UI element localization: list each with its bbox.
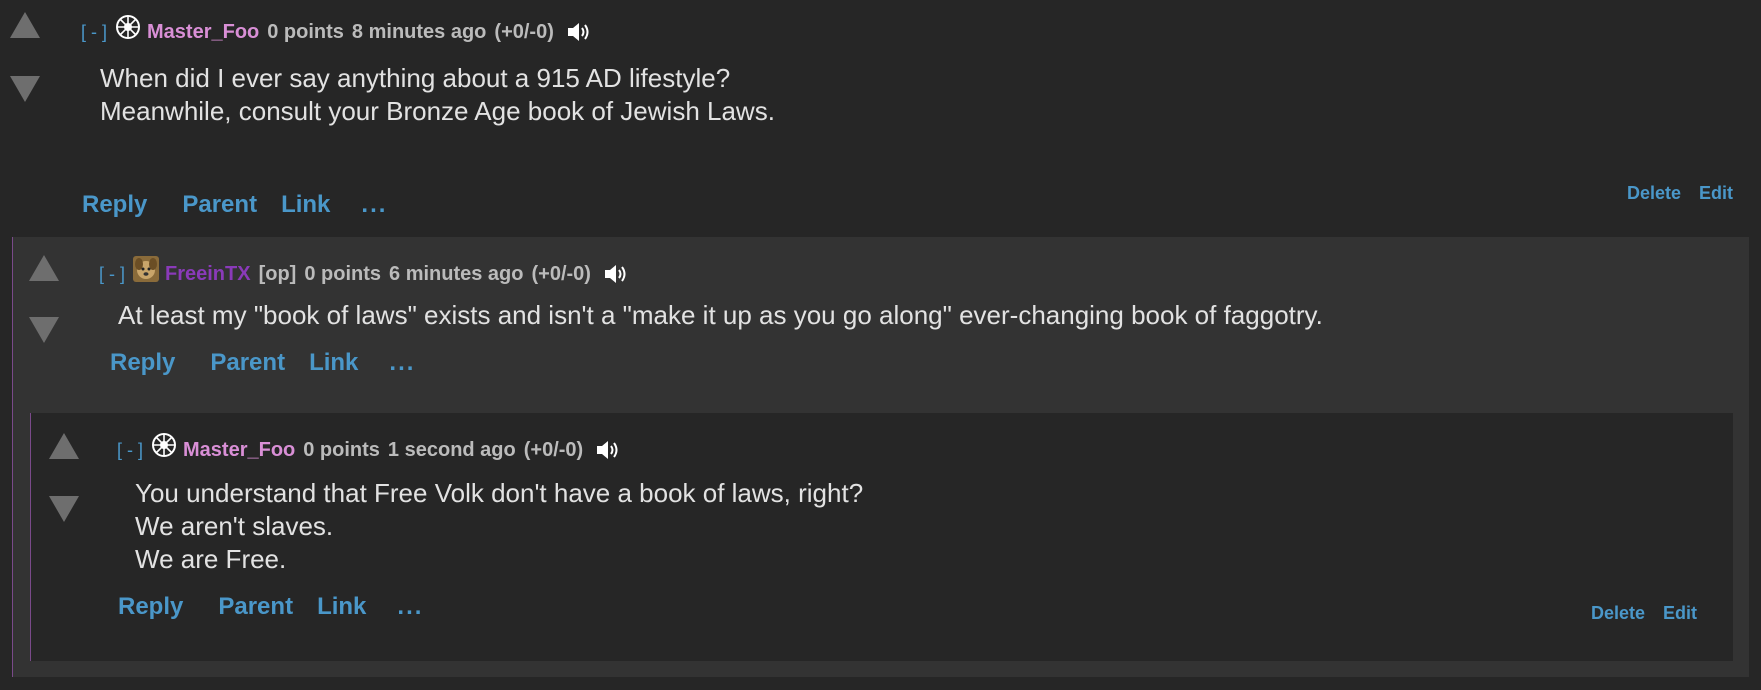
vote-tally: (+0/-0) — [531, 262, 591, 285]
speaker-icon[interactable] — [595, 438, 621, 462]
sun-wheel-icon — [115, 14, 141, 40]
speaker-icon[interactable] — [603, 262, 629, 286]
edit-link[interactable]: Edit — [1699, 183, 1733, 204]
delete-link[interactable]: Delete — [1591, 603, 1645, 624]
permalink[interactable]: Link — [317, 593, 366, 621]
downvote-arrow-icon[interactable] — [10, 76, 40, 102]
score: 0 points — [267, 20, 344, 43]
comment-meta: [ - ] Master_Foo 0 points 1 second ago (… — [117, 433, 621, 463]
author-link[interactable]: FreeinTX — [165, 263, 251, 286]
speaker-icon[interactable] — [566, 20, 592, 44]
upvote-arrow-icon[interactable] — [49, 433, 79, 459]
author-link[interactable]: Master_Foo — [147, 21, 259, 44]
reply-link[interactable]: Reply — [82, 191, 147, 219]
comment-actions: Reply Parent Link ... — [110, 349, 415, 377]
upvote-arrow-icon[interactable] — [29, 255, 59, 281]
parent-link[interactable]: Parent — [210, 349, 285, 377]
upvote-arrow-icon[interactable] — [10, 12, 40, 38]
collapse-toggle[interactable]: [ - ] — [99, 264, 125, 285]
body-line: Meanwhile, consult your Bronze Age book … — [100, 96, 775, 126]
author-link[interactable]: Master_Foo — [183, 439, 295, 462]
dog-avatar-icon — [133, 256, 159, 282]
score: 0 points — [304, 262, 382, 285]
downvote-arrow-icon[interactable] — [29, 317, 59, 343]
timestamp[interactable]: 8 minutes ago — [352, 21, 486, 44]
collapse-toggle[interactable]: [ - ] — [117, 440, 143, 461]
permalink[interactable]: Link — [309, 349, 358, 377]
edit-link[interactable]: Edit — [1663, 603, 1697, 624]
owner-actions: Delete Edit — [1591, 603, 1697, 624]
comment-actions: Reply Parent Link ... — [118, 593, 423, 621]
comment-body: At least my "book of laws" exists and is… — [118, 299, 1323, 332]
comment-3: [ - ] Master_Foo 0 points 1 second ago (… — [30, 413, 1733, 661]
permalink[interactable]: Link — [281, 191, 330, 219]
parent-link[interactable]: Parent — [182, 191, 257, 219]
score: 0 points — [303, 438, 380, 461]
more-options-button[interactable]: ... — [389, 349, 415, 377]
comment-body: You understand that Free Volk don't have… — [135, 477, 863, 576]
downvote-arrow-icon[interactable] — [49, 496, 79, 522]
op-badge: [op] — [258, 262, 297, 285]
comment-1: [ - ] Master_Foo 0 points 8 minutes ago … — [0, 0, 1761, 236]
parent-link[interactable]: Parent — [218, 593, 293, 621]
body-line: When did I ever say anything about a 915… — [100, 63, 731, 93]
body-line: At least my "book of laws" exists and is… — [118, 300, 1323, 330]
comment-meta: [ - ] FreeinTX [op] 0 points 6 minutes a… — [99, 256, 629, 287]
owner-actions: Delete Edit — [1627, 183, 1733, 204]
timestamp[interactable]: 1 second ago — [388, 439, 516, 462]
timestamp[interactable]: 6 minutes ago — [389, 263, 523, 286]
sun-wheel-icon — [151, 432, 177, 458]
body-line: We aren't slaves. — [135, 511, 334, 541]
comment-body: When did I ever say anything about a 915… — [100, 62, 775, 128]
collapse-toggle[interactable]: [ - ] — [81, 22, 107, 43]
vote-tally: (+0/-0) — [523, 438, 584, 461]
more-options-button[interactable]: ... — [361, 191, 387, 219]
comment-meta: [ - ] Master_Foo 0 points 8 minutes ago … — [81, 15, 592, 45]
vote-tally: (+0/-0) — [494, 20, 554, 43]
reply-link[interactable]: Reply — [118, 593, 183, 621]
more-options-button[interactable]: ... — [397, 593, 423, 621]
delete-link[interactable]: Delete — [1627, 183, 1681, 204]
reply-link[interactable]: Reply — [110, 349, 175, 377]
body-line: We are Free. — [135, 544, 287, 574]
body-line: You understand that Free Volk don't have… — [135, 478, 864, 508]
comment-actions: Reply Parent Link ... — [82, 191, 387, 219]
